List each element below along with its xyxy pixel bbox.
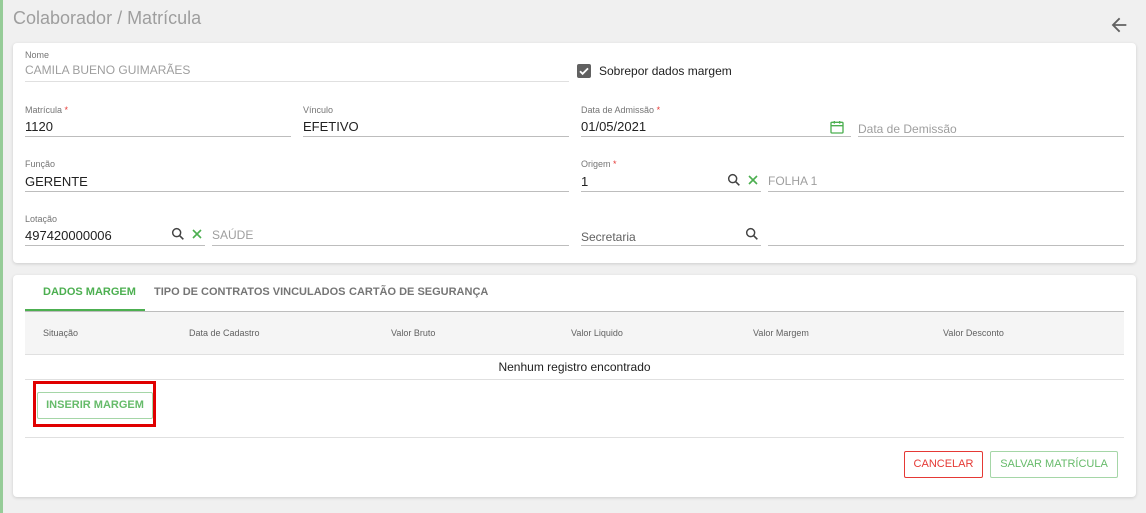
- clear-icon[interactable]: [189, 226, 205, 242]
- empty-table-message: Nenhum registro encontrado: [25, 355, 1124, 380]
- accent-strip: [0, 0, 3, 513]
- demissao-underline: [858, 136, 1124, 137]
- search-icon[interactable]: [726, 172, 742, 188]
- search-icon[interactable]: [744, 226, 760, 242]
- clear-icon[interactable]: [745, 172, 761, 188]
- calendar-icon[interactable]: [829, 119, 845, 135]
- demissao-field[interactable]: Data de Demissão: [858, 122, 957, 136]
- origem-field[interactable]: 1: [581, 174, 588, 189]
- registration-form-card: Nome CAMILA BUENO GUIMARÃES Sobrepor dad…: [13, 43, 1136, 263]
- origem-label: Origem *: [581, 159, 617, 169]
- margem-card: DADOS MARGEM TIPO DE CONTRATOS VINCULADO…: [13, 275, 1136, 497]
- column-header[interactable]: Valor Desconto: [943, 328, 1004, 338]
- column-header[interactable]: Valor Bruto: [391, 328, 435, 338]
- save-matricula-button[interactable]: SALVAR MATRÍCULA: [990, 451, 1118, 478]
- footer-divider: [25, 437, 1124, 438]
- column-header[interactable]: Data de Cadastro: [189, 328, 260, 338]
- lotacao-description: SAÚDE: [212, 228, 254, 242]
- search-icon[interactable]: [170, 226, 186, 242]
- vinculo-field[interactable]: EFETIVO: [303, 119, 359, 134]
- nome-underline: [25, 81, 569, 82]
- funcao-label: Função: [25, 159, 56, 169]
- column-header[interactable]: Situação: [43, 328, 78, 338]
- lotacao-description-underline: [212, 245, 569, 246]
- arrow-left-icon[interactable]: [1108, 14, 1130, 36]
- vinculo-label: Vínculo: [303, 105, 334, 115]
- cancel-button[interactable]: CANCELAR: [904, 451, 983, 478]
- tab-tipo-contratos[interactable]: TIPO DE CONTRATOS VINCULADOS: [154, 286, 346, 298]
- lotacao-label: Lotação: [25, 214, 58, 224]
- tab-dados-margem[interactable]: DADOS MARGEM: [43, 286, 136, 298]
- lotacao-field[interactable]: 497420000006: [25, 228, 112, 243]
- origem-underline: [581, 191, 761, 192]
- lotacao-underline: [25, 245, 205, 246]
- tab-cartao-seguranca[interactable]: CARTÃO DE SEGURANÇA: [349, 286, 488, 298]
- nome-field: CAMILA BUENO GUIMARÃES: [25, 63, 191, 77]
- admissao-label: Data de Admissão *: [581, 105, 661, 115]
- matricula-label: Matrícula *: [25, 105, 69, 115]
- origem-description: FOLHA 1: [768, 174, 818, 188]
- vinculo-underline: [303, 136, 569, 137]
- matricula-underline: [25, 136, 291, 137]
- matricula-field[interactable]: 1120: [25, 119, 53, 134]
- secretaria-description-underline: [768, 245, 1124, 246]
- nome-label: Nome: [25, 50, 50, 60]
- table-header: Situação Data de Cadastro Valor Bruto Va…: [25, 312, 1124, 355]
- check-icon: [579, 67, 589, 76]
- sobrepor-checkbox[interactable]: [577, 64, 591, 78]
- origem-description-underline: [768, 191, 1124, 192]
- sobrepor-label: Sobrepor dados margem: [599, 64, 732, 78]
- column-header[interactable]: Valor Liquido: [571, 328, 623, 338]
- funcao-field[interactable]: GERENTE: [25, 174, 88, 189]
- admissao-underline: [581, 136, 851, 137]
- page-title: Colaborador / Matrícula: [13, 8, 202, 28]
- column-header[interactable]: Valor Margem: [753, 328, 809, 338]
- insert-margem-button[interactable]: INSERIR MARGEM: [37, 392, 153, 419]
- secretaria-underline: [581, 245, 761, 246]
- funcao-underline: [25, 191, 569, 192]
- admissao-field[interactable]: 01/05/2021: [581, 119, 646, 134]
- secretaria-field[interactable]: Secretaria: [581, 230, 636, 244]
